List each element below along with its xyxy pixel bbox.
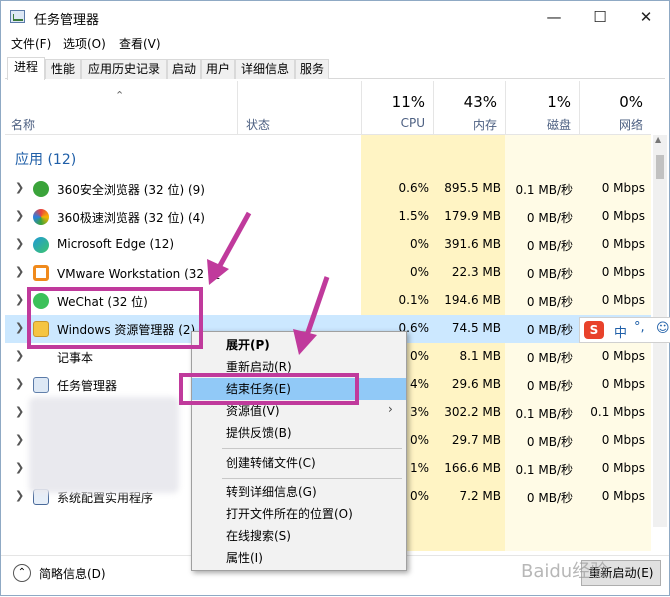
task-manager-window: 任务管理器 — ☐ ✕ 文件(F) 选项(O) 查看(V) 进程 性能 应用历史… <box>0 0 670 596</box>
annotation-arrows <box>207 211 330 355</box>
annotation-arrowhead-1 <box>207 259 229 285</box>
watermark: Baidu经验 <box>521 561 609 582</box>
annotation-arrowhead-2 <box>293 329 317 355</box>
annotation-arrow-1 <box>214 211 252 273</box>
annotation-arrow-2 <box>302 276 330 342</box>
